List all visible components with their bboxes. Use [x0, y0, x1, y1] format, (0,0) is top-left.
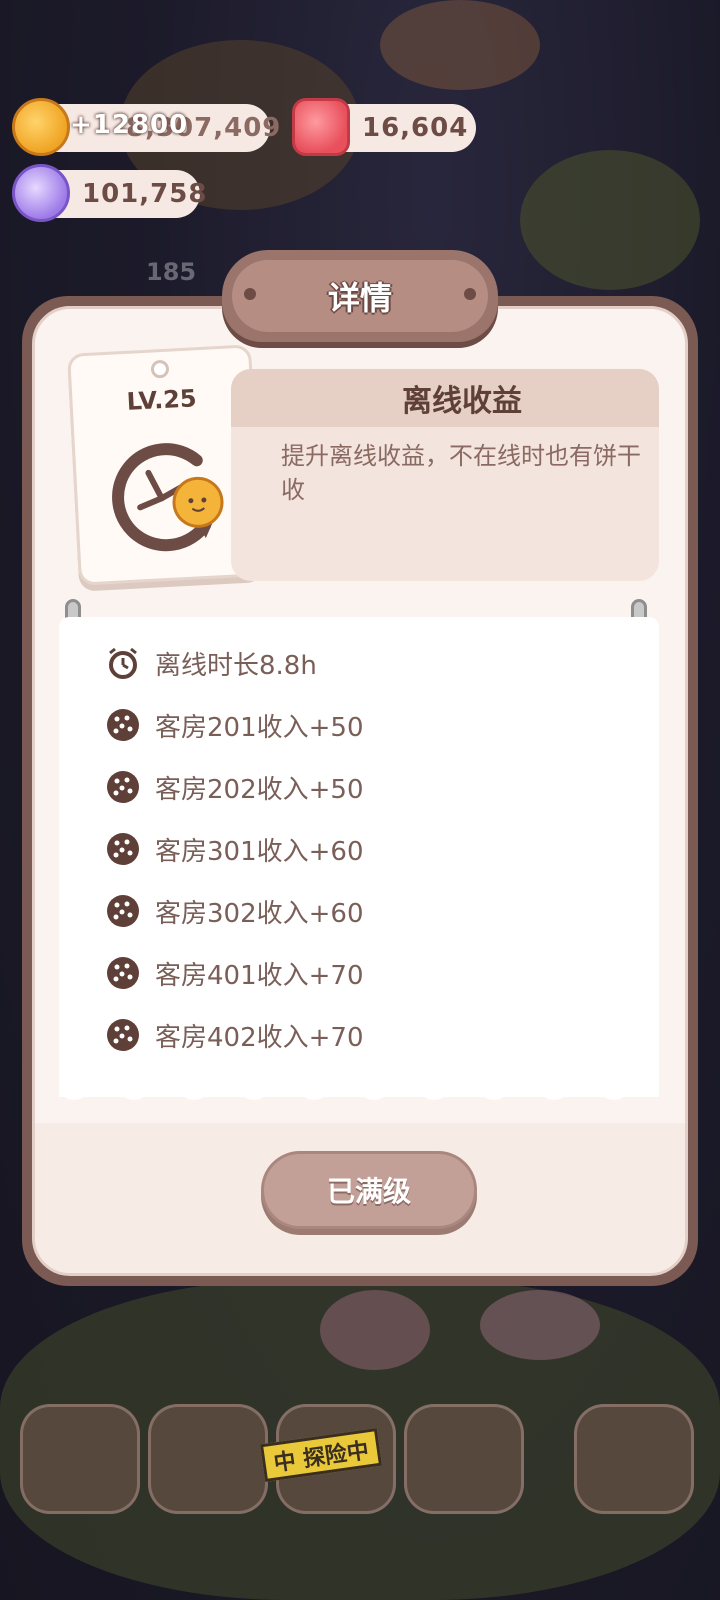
candy-icon: [12, 164, 70, 222]
cookie-icon: [107, 895, 139, 927]
offline-clock-icon: [112, 443, 224, 552]
details-dialog: LV.25 离线收益 提升离线收益，不在线时也有饼干收 离线时长8.8h 客房2…: [22, 250, 698, 1286]
candy-count: 101,758: [82, 179, 208, 209]
skill-name: 离线收益: [231, 369, 659, 427]
cookie-icon: [107, 833, 139, 865]
bonus-list: 离线时长8.8h 客房201收入+50 客房202收入+50 客房301收入+6…: [59, 617, 659, 1100]
paper-wavy-edge: [59, 1093, 659, 1100]
gem-currency[interactable]: 16,604: [292, 98, 476, 156]
list-item-text: 离线时长8.8h: [155, 650, 317, 681]
list-item: 客房302收入+60: [105, 891, 364, 931]
list-item: 离线时长8.8h: [105, 643, 317, 683]
list-item-text: 客房401收入+70: [155, 960, 364, 991]
cookie-icon: [107, 957, 139, 989]
list-item-text: 客房301收入+60: [155, 836, 364, 867]
dialog-body: LV.25 离线收益 提升离线收益，不在线时也有饼干收 离线时长8.8h 客房2…: [32, 306, 688, 1276]
cookie-currency[interactable]: 8,307,409 +12800: [12, 98, 280, 156]
cookie-icon: [107, 771, 139, 803]
nav-character-button[interactable]: [574, 1404, 694, 1514]
skill-info-panel: 离线收益 提升离线收益，不在线时也有饼干收: [231, 369, 659, 581]
plaque-rivet: [464, 288, 476, 300]
list-item-text: 客房201收入+50: [155, 712, 364, 743]
nav-board-button[interactable]: [148, 1404, 268, 1514]
level-label: LV.25: [125, 384, 198, 416]
cookie-gain: +12800: [70, 110, 189, 140]
list-item: 客房401收入+70: [105, 953, 364, 993]
gem-count: 16,604: [362, 113, 469, 143]
list-item-text: 客房302收入+60: [155, 898, 364, 929]
list-item: 客房301收入+60: [105, 829, 364, 869]
alarm-clock-icon: [109, 647, 137, 679]
cookie-icon: [107, 1019, 139, 1051]
tag-hole: [150, 359, 170, 379]
dialog-title-plaque: 详情: [222, 250, 498, 342]
list-item: 客房202收入+50: [105, 767, 364, 807]
background-counter: 185: [146, 258, 197, 286]
nav-house-button[interactable]: [20, 1404, 140, 1514]
cookie-icon: [107, 709, 139, 741]
nav-kitchen-button[interactable]: [404, 1404, 524, 1514]
jelly-gem-icon: [292, 98, 350, 156]
max-level-button[interactable]: 已满级: [261, 1151, 477, 1229]
list-item-text: 客房402收入+70: [155, 1022, 364, 1053]
candy-currency[interactable]: 101,758: [12, 164, 206, 222]
dialog-title: 详情: [327, 279, 392, 317]
plaque-rivet: [244, 288, 256, 300]
cookie-icon: [12, 98, 70, 156]
list-item-text: 客房202收入+50: [155, 774, 364, 805]
skill-description: 提升离线收益，不在线时也有饼干收: [281, 442, 641, 504]
list-item: 客房201收入+50: [105, 705, 364, 745]
list-item: 客房402收入+70: [105, 1015, 364, 1055]
